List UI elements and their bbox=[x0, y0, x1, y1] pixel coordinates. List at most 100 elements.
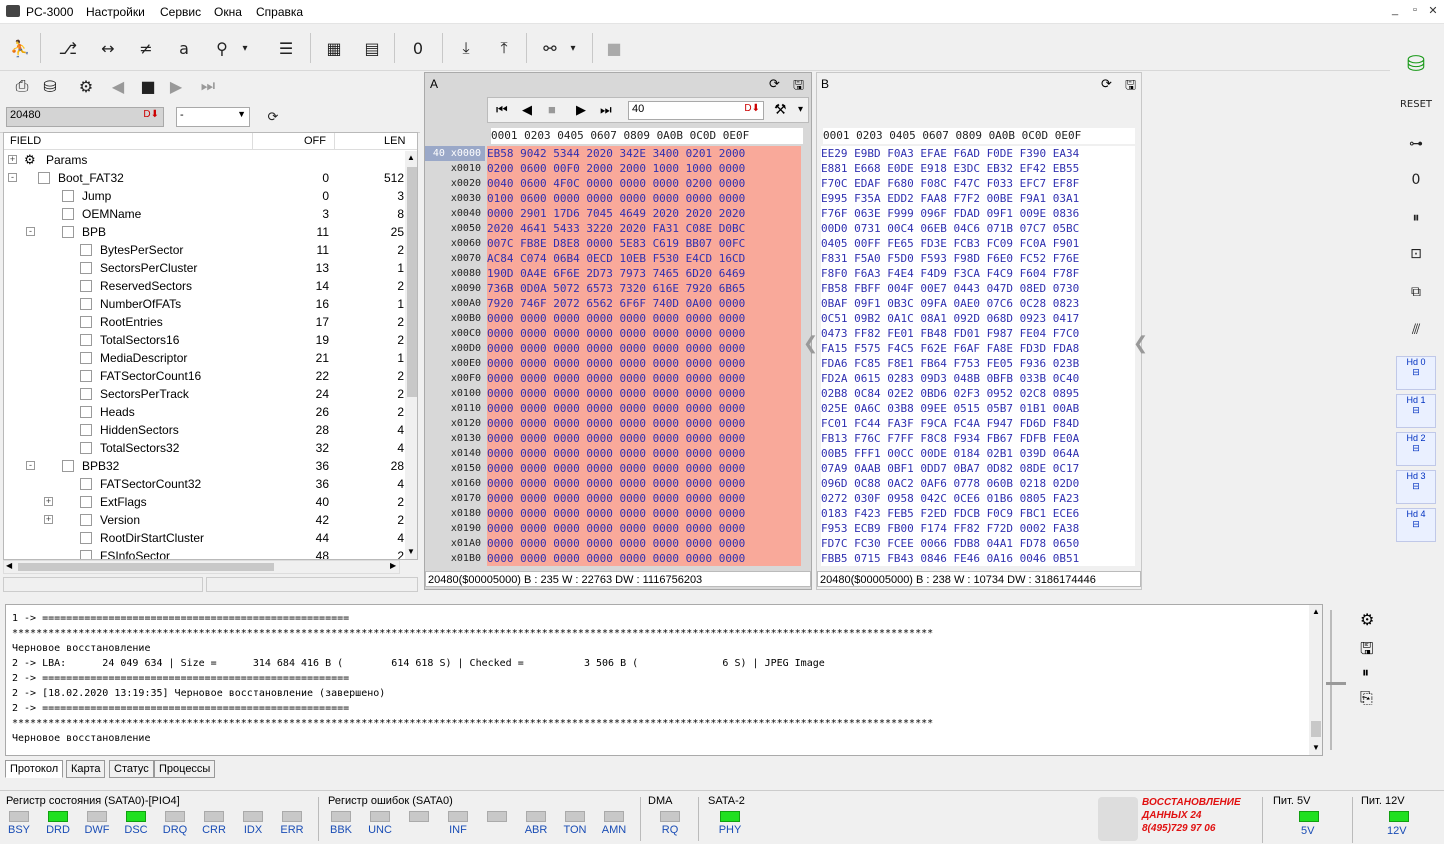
width-icon[interactable]: ↔ bbox=[94, 34, 122, 62]
hex-row[interactable]: 00B5 FFF1 00CC 00DE 0184 02B1 039D 064A bbox=[821, 446, 1135, 461]
not-equal-icon[interactable]: ≠ bbox=[132, 34, 160, 62]
tree-row[interactable]: MediaDescriptor 21 1 bbox=[4, 349, 404, 367]
checkbox[interactable] bbox=[80, 244, 92, 256]
hex-row[interactable]: 0BAF 09F1 0B3C 09FA 0AE0 07C6 0C28 0823 bbox=[821, 296, 1135, 311]
checkbox[interactable] bbox=[62, 208, 74, 220]
hex-row[interactable]: 0272 030F 0958 042C 0CE6 01B6 0805 FA23 bbox=[821, 491, 1135, 506]
stop-icon[interactable]: ■ bbox=[548, 102, 556, 117]
tree-scrollbar[interactable]: ▲ ▼ bbox=[405, 151, 417, 559]
checkbox[interactable] bbox=[38, 172, 50, 184]
log-scrollbar[interactable]: ▲ ▼ bbox=[1309, 605, 1322, 755]
minimize-icon[interactable]: _ bbox=[1386, 4, 1404, 20]
search-icon[interactable]: ⚲ bbox=[208, 34, 236, 62]
log-output[interactable]: ▲ ▼ 1 -> ===============================… bbox=[5, 604, 1323, 756]
walk-icon[interactable]: ⛹ bbox=[6, 34, 34, 62]
hex-row[interactable]: 0040 0600 4F0C 0000 0000 0000 0200 0000 bbox=[487, 176, 801, 191]
hex-row[interactable]: E995 F35A EDD2 FAA8 F7F2 00BE F9A1 03A1 bbox=[821, 191, 1135, 206]
drive-icon[interactable]: ⊡ bbox=[1400, 240, 1432, 268]
hex-row[interactable]: 0000 0000 0000 0000 0000 0000 0000 0000 bbox=[487, 461, 801, 476]
checkbox[interactable] bbox=[80, 496, 92, 508]
zero-icon[interactable]: 0 bbox=[404, 34, 432, 62]
hex-row[interactable]: F8F0 F6A3 F4E4 F4D9 F3CA F4C9 F604 F78F bbox=[821, 266, 1135, 281]
expand-icon[interactable]: + bbox=[44, 515, 53, 524]
splitter-arrow-icon[interactable]: ❮ bbox=[1133, 333, 1148, 354]
goto-icon[interactable]: D⬇ bbox=[143, 109, 159, 120]
tree-row[interactable]: - BPB 11 25 bbox=[4, 223, 404, 241]
hex-row[interactable]: 190D 0A4E 6F6E 2D73 7973 7465 6D20 6469 bbox=[487, 266, 801, 281]
next-icon[interactable]: ▶ bbox=[576, 102, 586, 118]
tree-row[interactable]: RootDirStartCluster 44 4 bbox=[4, 529, 404, 547]
tree-row[interactable]: BytesPerSector 11 2 bbox=[4, 241, 404, 259]
hex-row[interactable]: FD2A 0615 0283 09D3 048B 0BFB 033B 0C40 bbox=[821, 371, 1135, 386]
tree-row[interactable]: FATSectorCount32 36 4 bbox=[4, 475, 404, 493]
prev-icon[interactable]: ◀ bbox=[522, 102, 532, 118]
text-icon[interactable]: a bbox=[170, 34, 198, 62]
collapse-icon[interactable]: - bbox=[26, 227, 35, 236]
menu-settings[interactable]: Настройки bbox=[86, 5, 145, 19]
hd3-button[interactable]: Hd 3 ⊟ bbox=[1396, 470, 1436, 504]
hex-row[interactable]: F831 F5A0 F5D0 F593 F98D F6E0 FC52 F76E bbox=[821, 251, 1135, 266]
tree-row[interactable]: Jump 0 3 bbox=[4, 187, 404, 205]
refresh-icon[interactable]: ⟳ bbox=[769, 76, 780, 92]
hex-row[interactable]: FC01 FC44 FA3F F9CA FC4A F947 FD6D F84D bbox=[821, 416, 1135, 431]
hex-row[interactable]: 0000 0000 0000 0000 0000 0000 0000 0000 bbox=[487, 476, 801, 491]
checkbox[interactable] bbox=[80, 388, 92, 400]
tree-row[interactable]: TotalSectors32 32 4 bbox=[4, 439, 404, 457]
hex-row[interactable]: 7920 746F 2072 6562 6F6F 740D 0A00 0000 bbox=[487, 296, 801, 311]
checkbox[interactable] bbox=[80, 280, 92, 292]
stop-icon[interactable]: ■ bbox=[134, 72, 162, 100]
connect-icon[interactable]: ⊶ bbox=[1400, 130, 1432, 158]
checkbox[interactable] bbox=[80, 334, 92, 346]
hex-row[interactable]: 0100 0600 0000 0000 0000 0000 0000 0000 bbox=[487, 191, 801, 206]
hex-row[interactable]: FA15 F575 F4C5 F62E F6AF FA8E FD3D FDA8 bbox=[821, 341, 1135, 356]
tree-row[interactable]: + ExtFlags 40 2 bbox=[4, 493, 404, 511]
checkbox[interactable] bbox=[80, 532, 92, 544]
off-header[interactable]: OFF bbox=[304, 135, 326, 147]
menu-windows[interactable]: Окна bbox=[214, 5, 242, 19]
hex-row[interactable]: 0000 0000 0000 0000 0000 0000 0000 0000 bbox=[487, 356, 801, 371]
checkbox[interactable] bbox=[80, 298, 92, 310]
bus-icon[interactable]: ⫻ bbox=[1400, 316, 1432, 344]
refresh-icon[interactable]: ⟳ bbox=[1101, 76, 1112, 92]
next-icon[interactable]: ▶ bbox=[162, 72, 190, 100]
hex-row[interactable]: 00D0 0731 00C4 06EB 04C6 071B 07C7 05BC bbox=[821, 221, 1135, 236]
hex-row[interactable]: 0000 0000 0000 0000 0000 0000 0000 0000 bbox=[487, 551, 801, 566]
menu-help[interactable]: Справка bbox=[256, 5, 303, 19]
chevron-up-icon[interactable]: ▲ bbox=[407, 153, 415, 162]
hd0-button[interactable]: Hd 0 ⊟ bbox=[1396, 356, 1436, 390]
last-icon[interactable]: ⏭ bbox=[194, 72, 222, 100]
tree-row[interactable]: SectorsPerCluster 13 1 bbox=[4, 259, 404, 277]
chevron-down-icon[interactable]: ▼ bbox=[407, 547, 415, 556]
checkbox[interactable] bbox=[80, 316, 92, 328]
tree-row[interactable]: RootEntries 17 2 bbox=[4, 313, 404, 331]
tools-icon[interactable]: ⚙ bbox=[72, 72, 100, 100]
hex-data[interactable]: EE29 E9BD F0A3 EFAE F6AD F0DE F390 EA34 E… bbox=[821, 146, 1135, 566]
prev-icon[interactable]: ◀ bbox=[104, 72, 132, 100]
tree-hscrollbar[interactable]: ◀ ▶ bbox=[3, 560, 400, 574]
tree-row[interactable]: NumberOfFATs 16 1 bbox=[4, 295, 404, 313]
checkbox[interactable] bbox=[80, 352, 92, 364]
last-icon[interactable]: ⏭ bbox=[600, 102, 612, 118]
checkbox[interactable] bbox=[62, 190, 74, 202]
tree-row[interactable]: SectorsPerTrack 24 2 bbox=[4, 385, 404, 403]
hex-row[interactable]: 0000 0000 0000 0000 0000 0000 0000 0000 bbox=[487, 431, 801, 446]
hex-row[interactable]: 0000 0000 0000 0000 0000 0000 0000 0000 bbox=[487, 386, 801, 401]
hex-row[interactable]: 096D 0C88 0AC2 0AF6 0778 060B 0218 02D0 bbox=[821, 476, 1135, 491]
hex-row[interactable]: FBB5 0715 FB43 0846 FE46 0A16 0046 0B51 bbox=[821, 551, 1135, 566]
close-icon[interactable]: ✕ bbox=[1424, 4, 1442, 20]
hex-row[interactable]: 007C FB8E D8E8 0000 5E83 C619 BB07 00FC bbox=[487, 236, 801, 251]
hex-row[interactable]: EB58 9042 5344 2020 342E 3400 0201 2000 bbox=[487, 146, 801, 161]
checkbox[interactable] bbox=[80, 514, 92, 526]
pause-icon[interactable]: ⏸ bbox=[1362, 664, 1369, 681]
checkbox[interactable] bbox=[80, 478, 92, 490]
chevron-down-icon[interactable]: ▾ bbox=[798, 104, 803, 115]
goto-input[interactable]: 40 D⬇ bbox=[628, 101, 764, 120]
export-icon[interactable]: ⎘ bbox=[1360, 690, 1373, 708]
settings-icon[interactable]: ⚙ bbox=[1360, 610, 1374, 630]
split-view-icon[interactable]: ▦ bbox=[320, 34, 348, 62]
checkbox[interactable] bbox=[80, 442, 92, 454]
tree-row[interactable]: FSInfoSector 48 2 bbox=[4, 547, 404, 559]
checkbox[interactable] bbox=[80, 370, 92, 382]
checkbox[interactable] bbox=[62, 460, 74, 472]
collapse-icon[interactable]: - bbox=[8, 173, 17, 182]
